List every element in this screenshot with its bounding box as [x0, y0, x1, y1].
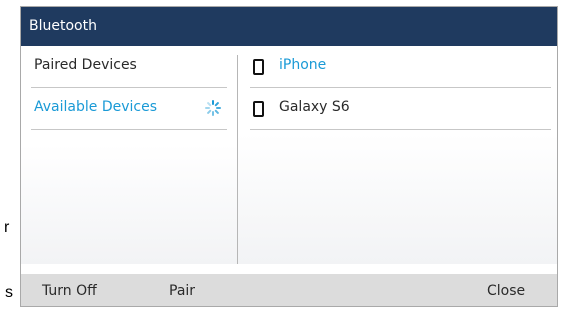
- softkey-bar: Turn Off Pair Close: [21, 274, 557, 306]
- bluetooth-screen: Bluetooth Paired Devices Available Devic…: [20, 6, 558, 307]
- device-list: iPhone Galaxy S6: [238, 46, 557, 264]
- mobile-phone-icon: [253, 59, 264, 75]
- window-title: Bluetooth: [29, 18, 97, 34]
- title-bar: Bluetooth: [21, 7, 557, 46]
- stray-text-s: s: [5, 284, 13, 301]
- turn-off-button[interactable]: Turn Off: [42, 283, 97, 299]
- mobile-phone-icon: [253, 101, 264, 117]
- close-button[interactable]: Close: [487, 283, 525, 299]
- spinner-icon: [205, 100, 221, 116]
- pair-button[interactable]: Pair: [169, 283, 195, 299]
- device-item-galaxy-s6[interactable]: Galaxy S6: [250, 88, 551, 130]
- device-item-iphone[interactable]: iPhone: [250, 46, 551, 88]
- device-name: iPhone: [279, 57, 327, 73]
- menu-item-available-devices[interactable]: Available Devices: [31, 88, 227, 130]
- menu-item-label: Available Devices: [34, 99, 157, 115]
- menu-panel: Paired Devices Available Devices: [21, 46, 237, 264]
- device-name: Galaxy S6: [279, 99, 350, 115]
- menu-item-paired-devices[interactable]: Paired Devices: [31, 46, 227, 88]
- menu-item-label: Paired Devices: [34, 57, 137, 73]
- stray-text-r: r: [4, 219, 10, 236]
